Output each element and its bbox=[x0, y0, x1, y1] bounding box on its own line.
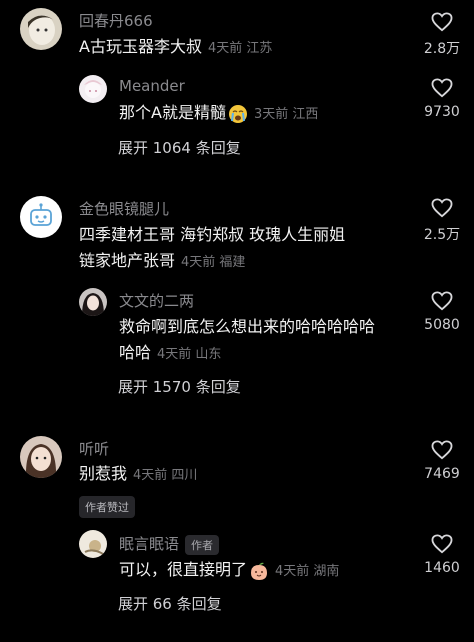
avatar-photo-icon bbox=[79, 530, 107, 558]
like-count: 2.8万 bbox=[423, 41, 461, 57]
comment-text: A古玩玉器李大叔 4天前 江苏 bbox=[79, 34, 272, 62]
like-count: 5080 bbox=[424, 317, 460, 333]
comment-body: 链家地产张哥 bbox=[79, 251, 176, 270]
heart-icon bbox=[431, 440, 453, 460]
comment-meta: 4天前 江苏 bbox=[207, 41, 273, 56]
avatar-illustration-icon bbox=[20, 8, 62, 50]
like-button[interactable]: 7469 bbox=[412, 440, 472, 482]
reply-body: 哈哈 bbox=[119, 343, 152, 362]
reply-text: 可以，很直接明了 4天前 湖南 bbox=[119, 557, 339, 585]
heart-icon bbox=[431, 198, 453, 218]
like-count: 2.5万 bbox=[423, 227, 461, 243]
reply-meta: 3天前 江西 bbox=[253, 107, 319, 122]
peach-face-emoji-icon bbox=[251, 562, 268, 580]
like-button[interactable]: 2.8万 bbox=[412, 12, 472, 58]
reply-author-name: 眠言眠语 bbox=[119, 535, 180, 553]
reply-meta: 4天前 湖南 bbox=[275, 564, 340, 579]
avatar[interactable] bbox=[20, 436, 62, 478]
heart-icon bbox=[431, 78, 453, 98]
author-liked-badge: 作者赞过 bbox=[79, 496, 135, 518]
reply-text-line2: 哈哈 4天前 山东 bbox=[119, 340, 221, 368]
heart-icon bbox=[431, 291, 453, 311]
author-tag: 作者 bbox=[185, 534, 220, 555]
heart-icon bbox=[431, 12, 453, 32]
reply-text: 救命啊到底怎么想出来的哈哈哈哈哈 bbox=[119, 317, 376, 336]
comment-text: 别惹我 4天前 四川 bbox=[79, 461, 197, 489]
like-button[interactable]: 2.5万 bbox=[412, 198, 472, 244]
avatar-photo-icon bbox=[79, 288, 107, 316]
comment-item: 听听 别惹我 4天前 四川 作者赞过 7469 眠言眠语作者 可以，很直接明了 bbox=[0, 0, 474, 613]
comment-body: 别惹我 bbox=[79, 464, 128, 483]
reply-author[interactable]: 眠言眠语 作者 bbox=[119, 533, 220, 555]
avatar[interactable] bbox=[20, 8, 62, 50]
reply-author[interactable]: Meander bbox=[119, 77, 185, 95]
comment-text-line2: 链家地产张哥 4天前 福建 bbox=[79, 248, 245, 276]
crying-face-emoji-icon bbox=[228, 104, 247, 123]
reply-body: 那个A就是精髓 bbox=[119, 103, 226, 122]
like-count: 7469 bbox=[424, 466, 460, 482]
reply-author[interactable]: 文文的二两 bbox=[119, 290, 194, 311]
comment-author[interactable]: 金色眼镜腿儿 bbox=[79, 198, 169, 219]
like-count: 1460 bbox=[424, 560, 460, 576]
heart-icon bbox=[431, 534, 453, 554]
like-count: 9730 bbox=[424, 104, 460, 120]
reply-like-button[interactable]: 5080 bbox=[412, 291, 472, 333]
reply-avatar[interactable] bbox=[79, 288, 107, 316]
avatar-illustration-icon bbox=[79, 75, 107, 103]
avatar-photo-icon bbox=[20, 436, 62, 478]
reply-meta: 4天前 山东 bbox=[157, 347, 222, 362]
comment-author[interactable]: 听听 bbox=[79, 438, 109, 459]
reply-avatar[interactable] bbox=[79, 75, 107, 103]
comment-body: A古玩玉器李大叔 bbox=[79, 37, 202, 56]
expand-replies-button[interactable]: 展开 1570 条回复 bbox=[118, 376, 241, 397]
expand-replies-button[interactable]: 展开 1064 条回复 bbox=[118, 137, 241, 158]
comment-author[interactable]: 回春丹666 bbox=[79, 10, 153, 31]
expand-replies-button[interactable]: 展开 66 条回复 bbox=[118, 593, 222, 614]
comment-list: 回春丹666 A古玩玉器李大叔 4天前 江苏 2.8万 Meander 那个A就是… bbox=[0, 0, 474, 642]
reply-like-button[interactable]: 1460 bbox=[412, 534, 472, 576]
robot-face-icon bbox=[20, 196, 62, 238]
reply-text: 那个A就是精髓 3天前 江西 bbox=[119, 100, 318, 128]
avatar[interactable] bbox=[20, 196, 62, 238]
comment-item: 回春丹666 A古玩玉器李大叔 4天前 江苏 2.8万 Meander 那个A就是… bbox=[0, 0, 474, 170]
comment-meta: 4天前 四川 bbox=[133, 468, 198, 483]
reply-avatar[interactable] bbox=[79, 530, 107, 558]
comment-text: 四季建材王哥 海钓郑叔 玫瑰人生丽姐 bbox=[79, 225, 346, 244]
reply-like-button[interactable]: 9730 bbox=[412, 78, 472, 120]
reply-body: 可以，很直接明了 bbox=[119, 560, 248, 579]
comment-meta: 4天前 福建 bbox=[181, 255, 246, 270]
